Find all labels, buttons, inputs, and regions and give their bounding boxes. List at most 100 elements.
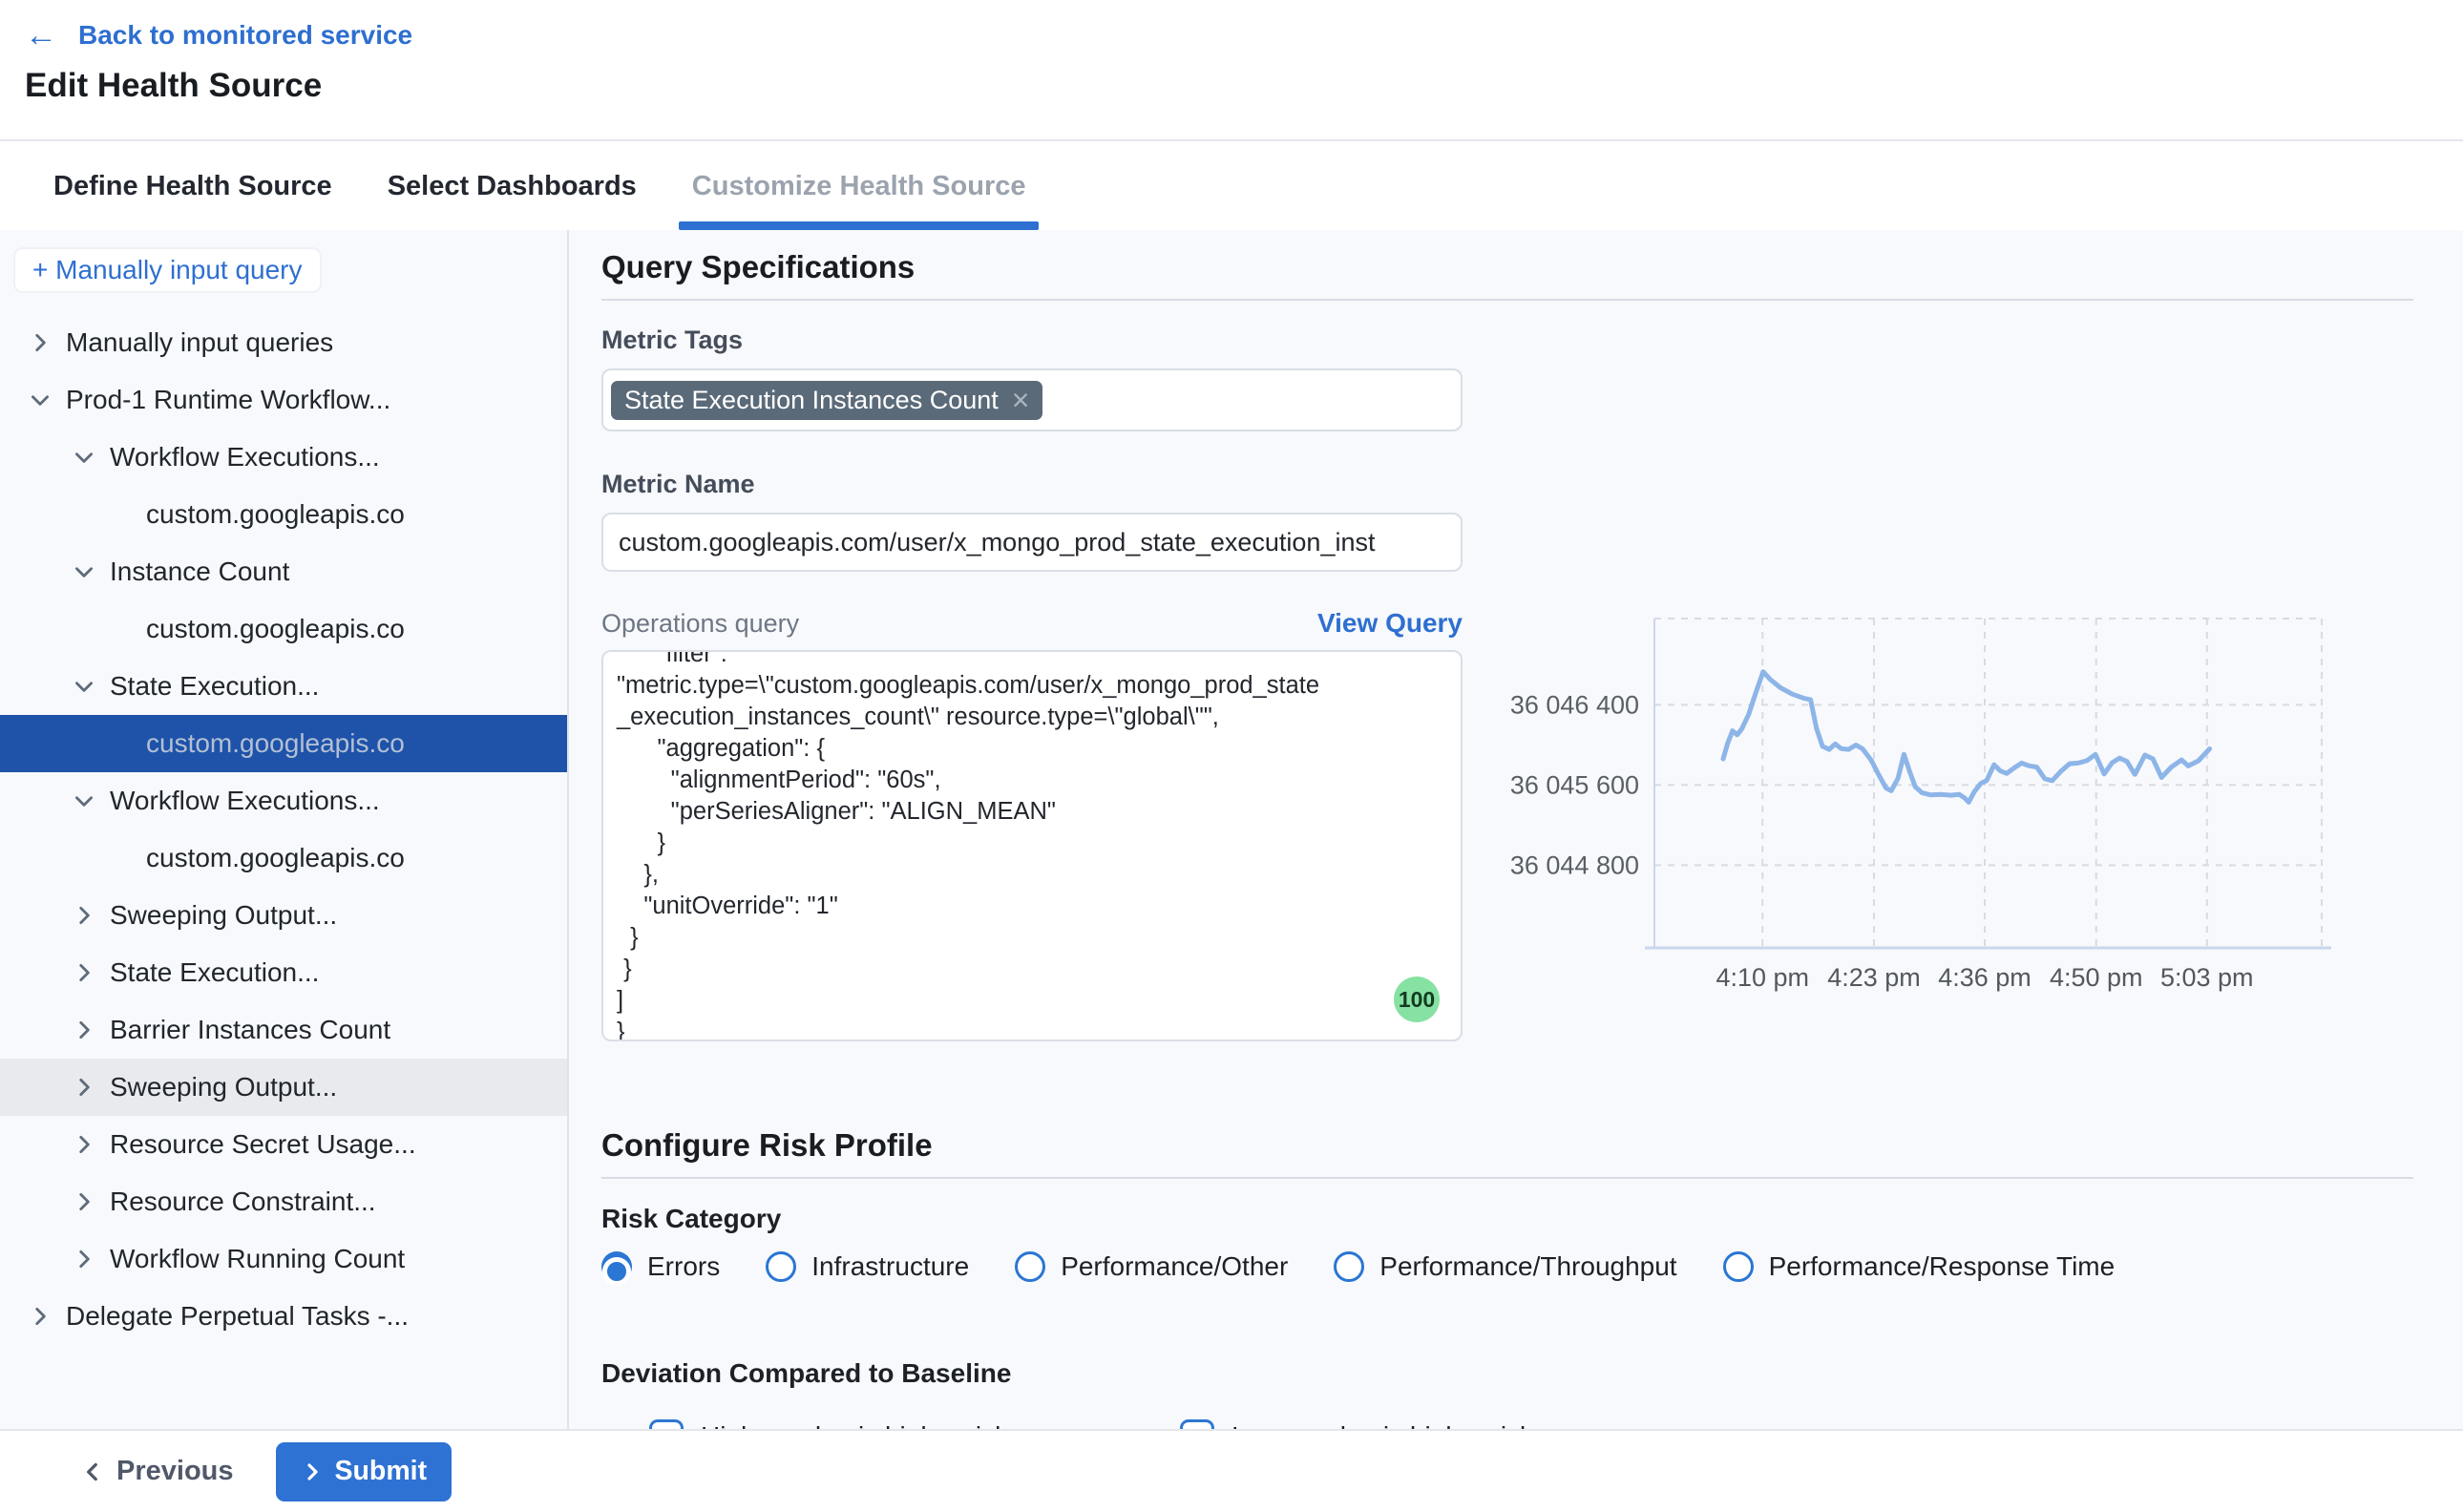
tree-item[interactable]: State Execution... <box>0 658 567 715</box>
chevron-down-icon <box>72 559 96 584</box>
chevron-down-icon[interactable] <box>70 557 98 586</box>
tree-item-label: custom.googleapis.co <box>146 499 405 530</box>
metric-tags-input[interactable]: State Execution Instances Count × <box>601 368 1463 431</box>
tree-item[interactable]: Sweeping Output... <box>0 887 567 944</box>
tree-item[interactable]: custom.googleapis.co <box>0 830 567 887</box>
tab-define-health-source[interactable]: Define Health Source <box>53 143 332 230</box>
chevron-right-icon[interactable] <box>26 328 54 357</box>
risk-radio-performance-other[interactable]: Performance/Other <box>1015 1251 1288 1282</box>
tab-bar: Define Health Source Select Dashboards Cus… <box>0 143 2463 230</box>
deviation-label: Deviation Compared to Baseline <box>601 1358 2413 1389</box>
radio-icon[interactable] <box>1334 1251 1364 1282</box>
tree-item[interactable]: Prod-1 Runtime Workflow... <box>0 371 567 429</box>
tree-item[interactable]: Sweeping Output... <box>0 1059 567 1116</box>
submit-button[interactable]: Submit <box>276 1442 453 1502</box>
tree-item[interactable]: custom.googleapis.co <box>0 486 567 543</box>
tree-item-label: Instance Count <box>110 556 289 587</box>
y-axis-tick-label: 36 046 400 <box>1510 690 1639 719</box>
risk-radio-performance-throughput[interactable]: Performance/Throughput <box>1334 1251 1676 1282</box>
risk-radio-infrastructure[interactable]: Infrastructure <box>766 1251 969 1282</box>
radio-icon[interactable] <box>766 1251 796 1282</box>
radio-label: Infrastructure <box>811 1251 969 1282</box>
x-axis-tick-label: 4:10 pm <box>1716 963 1809 992</box>
risk-radio-errors[interactable]: Errors <box>601 1251 720 1282</box>
tree-item-label: custom.googleapis.co <box>146 843 405 873</box>
tree-item[interactable]: custom.googleapis.co <box>0 715 567 772</box>
y-axis-tick-label: 36 045 600 <box>1510 770 1639 799</box>
chevron-down-icon[interactable] <box>70 672 98 701</box>
chevron-right-icon <box>28 1304 53 1329</box>
tree-item-label: Workflow Executions... <box>110 442 380 472</box>
risk-category-label: Risk Category <box>601 1204 2413 1234</box>
metrics-tree: Manually input queries Prod-1 Runtime Wor… <box>0 314 567 1345</box>
tree-item-label: Workflow Running Count <box>110 1244 405 1274</box>
tree-item[interactable]: Barrier Instances Count <box>0 1001 567 1059</box>
metric-timeseries-line <box>1723 672 2210 803</box>
y-axis-tick-label: 36 044 800 <box>1510 850 1639 879</box>
chevron-right-icon[interactable] <box>26 1302 54 1331</box>
tab-label: Customize Health Source <box>692 171 1026 202</box>
tree-item-label: custom.googleapis.co <box>146 728 405 759</box>
risk-radio-performance-response-time[interactable]: Performance/Response Time <box>1723 1251 2116 1282</box>
tree-item-label: Workflow Executions... <box>110 786 380 816</box>
chevron-down-icon <box>28 388 53 412</box>
tree-item[interactable]: Workflow Executions... <box>0 429 567 486</box>
metric-name-field[interactable]: custom.googleapis.com/user/x_mongo_prod_… <box>601 513 1463 572</box>
tree-item-label: Barrier Instances Count <box>110 1015 390 1045</box>
tree-item[interactable]: Workflow Running Count <box>0 1230 567 1288</box>
chevron-down-icon <box>72 445 96 470</box>
radio-icon[interactable] <box>1015 1251 1045 1282</box>
chevron-right-icon[interactable] <box>70 1130 98 1159</box>
radio-label: Performance/Throughput <box>1379 1251 1676 1282</box>
chevron-right-icon[interactable] <box>70 1187 98 1216</box>
chevron-down-icon[interactable] <box>70 443 98 472</box>
chevron-right-icon[interactable] <box>70 1245 98 1273</box>
chevron-right-icon[interactable] <box>70 901 98 930</box>
x-axis-tick-label: 5:03 pm <box>2160 963 2254 992</box>
query-specifications-heading: Query Specifications <box>601 249 2413 285</box>
tree-item[interactable]: State Execution... <box>0 944 567 1001</box>
page-header: ← Back to monitored service Edit Health … <box>0 0 2463 141</box>
tree-item[interactable]: Instance Count <box>0 543 567 600</box>
tree-item[interactable]: Resource Secret Usage... <box>0 1116 567 1173</box>
risk-category-radio-group: Errors Infrastructure Performance/Other Per… <box>601 1251 2413 1282</box>
tree-item[interactable]: Resource Constraint... <box>0 1173 567 1230</box>
tree-item[interactable]: Workflow Executions... <box>0 772 567 830</box>
metric-tags-label: Metric Tags <box>601 326 2413 355</box>
footer-bar: Previous Submit <box>0 1429 2463 1512</box>
chevron-down-icon[interactable] <box>26 386 54 414</box>
tree-item-label: custom.googleapis.co <box>146 614 405 644</box>
chevron-right-icon[interactable] <box>70 1016 98 1044</box>
chevron-right-icon <box>301 1460 324 1483</box>
x-axis-tick-label: 4:23 pm <box>1827 963 1921 992</box>
chevron-right-icon <box>72 1247 96 1271</box>
chevron-right-icon <box>72 1132 96 1157</box>
radio-selected-icon[interactable] <box>601 1251 632 1282</box>
metric-tag-chip-label: State Execution Instances Count <box>624 386 999 415</box>
x-axis-tick-label: 4:50 pm <box>2050 963 2143 992</box>
tree-item[interactable]: Delegate Perpetual Tasks -... <box>0 1288 567 1345</box>
operations-query-textarea[interactable]: "filter": "metric.type=\"custom.googleap… <box>601 650 1463 1041</box>
chevron-left-icon <box>80 1460 105 1484</box>
remove-tag-icon[interactable]: × <box>1012 387 1030 413</box>
tab-label: Select Dashboards <box>388 171 637 202</box>
submit-button-label: Submit <box>335 1456 428 1487</box>
tree-item[interactable]: custom.googleapis.co <box>0 600 567 658</box>
view-query-link[interactable]: View Query <box>1317 608 1463 639</box>
back-link[interactable]: Back to monitored service <box>78 20 412 51</box>
tree-item[interactable]: Manually input queries <box>0 314 567 371</box>
chevron-down-icon[interactable] <box>70 787 98 815</box>
chevron-right-icon <box>72 1018 96 1042</box>
chevron-right-icon[interactable] <box>70 958 98 987</box>
radio-icon[interactable] <box>1723 1251 1754 1282</box>
previous-button[interactable]: Previous <box>80 1456 234 1487</box>
radio-label: Performance/Other <box>1061 1251 1288 1282</box>
tab-customize-health-source[interactable]: Customize Health Source <box>692 143 1026 230</box>
add-manual-query-button[interactable]: + Manually input query <box>13 247 322 293</box>
tree-item-label: Prod-1 Runtime Workflow... <box>66 385 390 415</box>
chevron-down-icon <box>72 674 96 699</box>
metric-name-label: Metric Name <box>601 470 2413 499</box>
chevron-right-icon[interactable] <box>70 1073 98 1102</box>
tree-item-label: Resource Secret Usage... <box>110 1129 416 1160</box>
tab-select-dashboards[interactable]: Select Dashboards <box>388 143 637 230</box>
